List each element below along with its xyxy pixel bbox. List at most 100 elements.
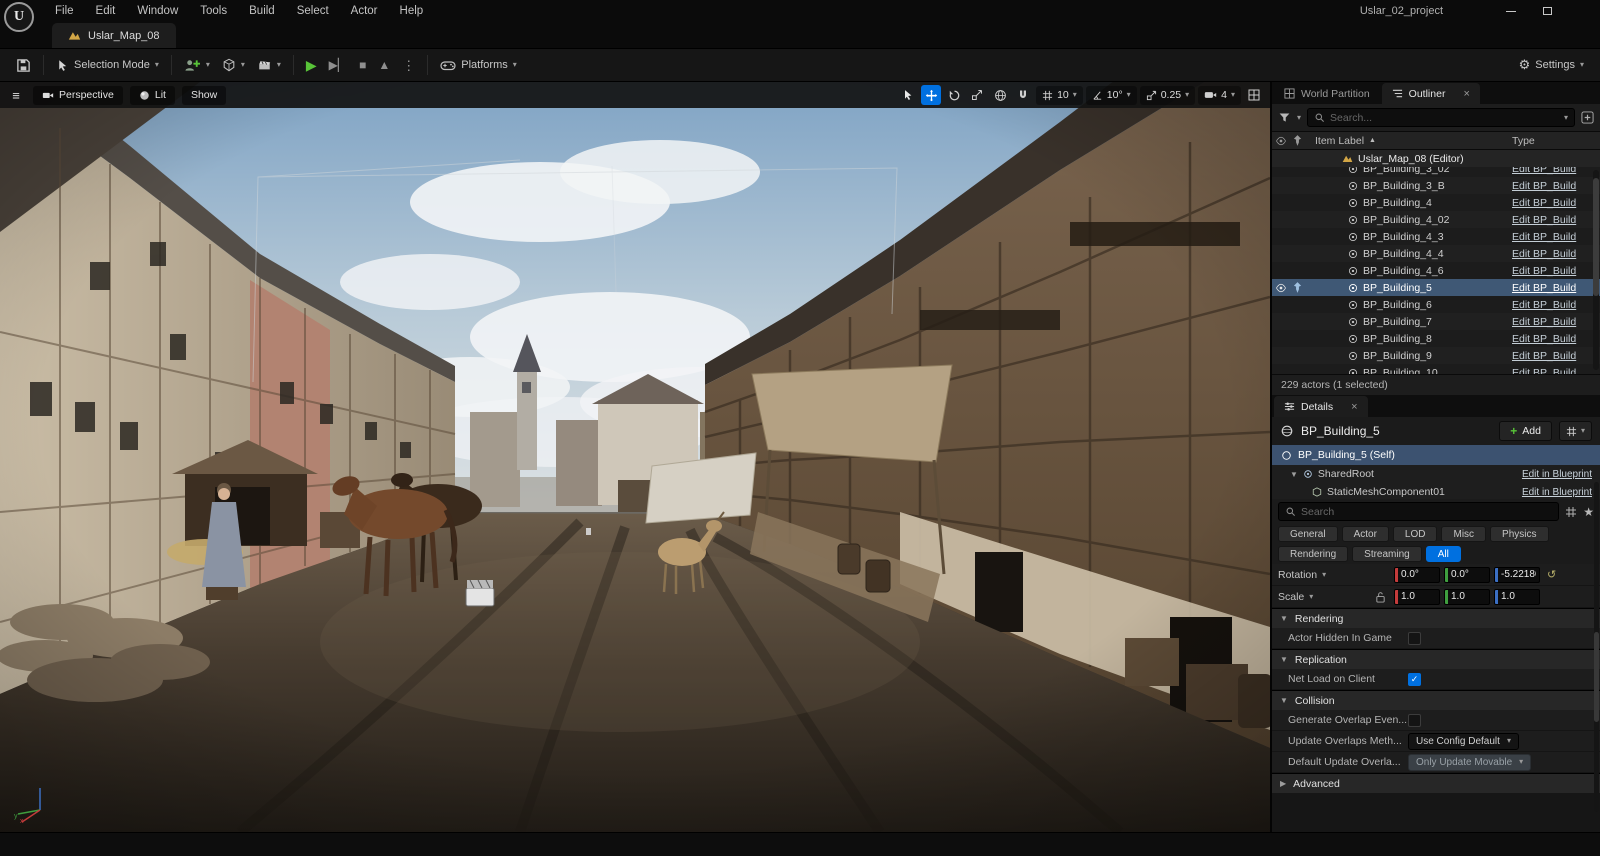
- outliner-row-root[interactable]: Uslar_Map_08 (Editor): [1272, 150, 1600, 167]
- actor-hidden-checkbox[interactable]: [1408, 632, 1421, 645]
- chevron-down-icon[interactable]: ▾: [1297, 114, 1301, 122]
- component-row-self[interactable]: BP_Building_5 (Self): [1272, 445, 1600, 465]
- outliner-row[interactable]: BP_Building_4_3 Edit BP_Build: [1272, 228, 1600, 245]
- favorites-star-icon[interactable]: ★: [1583, 505, 1594, 519]
- selection-mode-dropdown[interactable]: Selection Mode ▾: [50, 56, 165, 75]
- menu-tools[interactable]: Tools: [189, 0, 238, 22]
- chevron-down-icon[interactable]: ▼: [1290, 470, 1298, 479]
- column-type[interactable]: Type: [1512, 135, 1600, 147]
- edit-in-blueprint-link[interactable]: Edit in Blueprint: [1522, 469, 1592, 480]
- close-icon[interactable]: ×: [1351, 401, 1357, 413]
- select-tool-button[interactable]: [898, 85, 918, 105]
- outliner-row[interactable]: BP_Building_3_B Edit BP_Build: [1272, 177, 1600, 194]
- maximize-icon[interactable]: [1543, 7, 1552, 15]
- show-dropdown[interactable]: Show: [182, 86, 226, 105]
- filter-physics[interactable]: Physics: [1490, 526, 1548, 542]
- rotation-y-field[interactable]: [1448, 569, 1489, 580]
- rotation-dropdown[interactable]: Rotation ▾: [1278, 569, 1366, 581]
- outliner-row[interactable]: BP_Building_4_6 Edit BP_Build: [1272, 262, 1600, 279]
- filter-all[interactable]: All: [1426, 546, 1461, 562]
- scale-z-field[interactable]: [1498, 591, 1539, 602]
- update-overlaps-dropdown[interactable]: Use Config Default ▾: [1408, 733, 1519, 750]
- close-icon[interactable]: ×: [1463, 88, 1469, 100]
- rotation-snap-toggle[interactable]: 10° ▾: [1086, 86, 1137, 105]
- outliner-scrollbar[interactable]: [1593, 170, 1599, 370]
- outliner-row[interactable]: BP_Building_4_4 Edit BP_Build: [1272, 245, 1600, 262]
- scale-x-field[interactable]: [1398, 591, 1439, 602]
- details-scrollbar[interactable]: [1594, 482, 1599, 812]
- viewport-options-icon[interactable]: ≡: [6, 85, 26, 105]
- outliner-row[interactable]: BP_Building_8 Edit BP_Build: [1272, 330, 1600, 347]
- menu-actor[interactable]: Actor: [340, 0, 389, 22]
- pin-icon[interactable]: [1290, 282, 1304, 293]
- scale-y-field[interactable]: [1448, 591, 1489, 602]
- menu-edit[interactable]: Edit: [85, 0, 127, 22]
- section-advanced[interactable]: ▶ Advanced: [1272, 773, 1600, 793]
- eye-icon[interactable]: [1272, 283, 1290, 293]
- net-load-checkbox[interactable]: [1408, 673, 1421, 686]
- menu-help[interactable]: Help: [389, 0, 435, 22]
- details-search-box[interactable]: [1278, 502, 1559, 521]
- outliner-row[interactable]: BP_Building_4_02 Edit BP_Build: [1272, 211, 1600, 228]
- perspective-dropdown[interactable]: Perspective: [33, 86, 123, 105]
- outliner-row[interactable]: BP_Building_9 Edit BP_Build: [1272, 347, 1600, 364]
- filter-actor[interactable]: Actor: [1342, 526, 1389, 542]
- outliner-tree[interactable]: Uslar_Map_08 (Editor) BP_Building_3_02 E…: [1272, 150, 1600, 374]
- display-options-icon[interactable]: [1565, 506, 1577, 518]
- camera-speed-button[interactable]: 4 ▾: [1198, 86, 1241, 105]
- rotation-x-field[interactable]: [1398, 569, 1439, 580]
- outliner-row-selected[interactable]: BP_Building_5 Edit BP_Build: [1272, 279, 1600, 296]
- save-button[interactable]: [10, 55, 37, 76]
- tab-world-partition[interactable]: World Partition: [1274, 83, 1380, 104]
- world-space-toggle[interactable]: [990, 85, 1010, 105]
- outliner-search-input[interactable]: [1330, 112, 1559, 124]
- section-replication[interactable]: ▼ Replication: [1272, 649, 1600, 669]
- viewport-scene[interactable]: [0, 82, 1270, 832]
- scale-snap-toggle[interactable]: 0.25 ▾: [1140, 86, 1195, 105]
- play-button[interactable]: ▶: [300, 55, 323, 75]
- maximize-viewport-button[interactable]: [1244, 85, 1264, 105]
- section-rendering[interactable]: ▼ Rendering: [1272, 608, 1600, 628]
- outliner-row[interactable]: BP_Building_7 Edit BP_Build: [1272, 313, 1600, 330]
- lit-mode-dropdown[interactable]: Lit: [130, 86, 175, 105]
- details-view-options-button[interactable]: ▾: [1559, 421, 1592, 441]
- component-row-sharedroot[interactable]: ▼ SharedRoot Edit in Blueprint: [1272, 465, 1600, 483]
- eject-button[interactable]: ▲: [372, 56, 396, 74]
- stop-button[interactable]: ■: [353, 56, 372, 74]
- generate-overlap-checkbox[interactable]: [1408, 714, 1421, 727]
- column-item-label[interactable]: Item Label▲: [1304, 135, 1512, 147]
- filter-general[interactable]: General: [1278, 526, 1338, 542]
- filter-streaming[interactable]: Streaming: [1352, 546, 1422, 562]
- filter-misc[interactable]: Misc: [1441, 526, 1486, 542]
- outliner-settings-icon[interactable]: [1581, 111, 1594, 124]
- outliner-row[interactable]: BP_Building_10 Edit BP_Build: [1272, 364, 1600, 374]
- menu-build[interactable]: Build: [238, 0, 286, 22]
- add-component-button[interactable]: + Add: [1499, 421, 1552, 441]
- unreal-logo[interactable]: U: [4, 2, 34, 32]
- rotate-tool-button[interactable]: [944, 85, 964, 105]
- visibility-column-eye-icon[interactable]: [1272, 136, 1290, 146]
- outliner-row[interactable]: BP_Building_3_02 Edit BP_Build: [1272, 167, 1600, 177]
- section-collision[interactable]: ▼ Collision: [1272, 690, 1600, 710]
- tab-level[interactable]: Uslar_Map_08: [52, 23, 176, 48]
- settings-dropdown[interactable]: ⚙ Settings ▾: [1513, 54, 1590, 76]
- tab-outliner[interactable]: Outliner ×: [1382, 83, 1480, 104]
- lock-icon[interactable]: [1370, 591, 1390, 603]
- minimize-icon[interactable]: [1506, 11, 1516, 12]
- grid-snap-toggle[interactable]: 10 ▾: [1036, 86, 1083, 105]
- details-search-input[interactable]: [1301, 506, 1552, 518]
- menu-window[interactable]: Window: [126, 0, 189, 22]
- pin-column-icon[interactable]: [1290, 135, 1304, 146]
- cinematics-dropdown[interactable]: ▾: [251, 55, 287, 75]
- scale-dropdown[interactable]: Scale ▾: [1278, 591, 1366, 603]
- play-options-button[interactable]: ⋮: [396, 56, 421, 75]
- filter-rendering[interactable]: Rendering: [1278, 546, 1348, 562]
- outliner-search-box[interactable]: ▾: [1307, 108, 1575, 127]
- level-viewport[interactable]: ≡ Perspective Lit Show: [0, 82, 1270, 832]
- platforms-dropdown[interactable]: Platforms ▾: [434, 56, 522, 75]
- reset-to-default-icon[interactable]: ↺: [1547, 568, 1556, 581]
- chevron-down-icon[interactable]: ▾: [1564, 114, 1568, 122]
- scale-tool-button[interactable]: [967, 85, 987, 105]
- menu-select[interactable]: Select: [286, 0, 340, 22]
- quick-add-dropdown[interactable]: ▾: [178, 55, 216, 76]
